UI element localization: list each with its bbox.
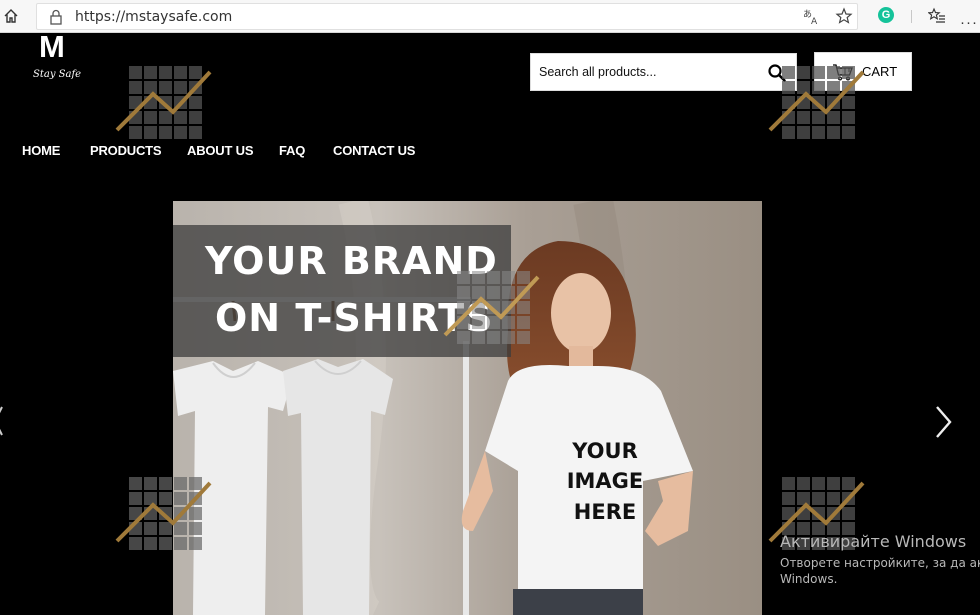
logo-letter: M: [39, 29, 65, 64]
chevron-right-icon[interactable]: [932, 404, 954, 440]
watermark-chart-icon: [115, 477, 212, 550]
windows-activation-text: Отворете настройките, за да акти Windows…: [780, 555, 980, 587]
windows-activation-line: Отворете настройките, за да акти: [780, 556, 980, 570]
watermark-chart-icon: [443, 271, 540, 344]
windows-activation-line: Windows.: [780, 572, 838, 586]
shirt-print: YOUR IMAGE HERE: [563, 436, 647, 527]
lock-icon: [50, 9, 62, 25]
shirt-print-line: HERE: [573, 499, 637, 524]
nav-item-home[interactable]: HOME: [22, 143, 60, 158]
favorites-icon[interactable]: [928, 7, 946, 25]
nav-item-about-us[interactable]: ABOUT US: [187, 143, 253, 158]
star-icon[interactable]: [835, 7, 853, 25]
translate-icon[interactable]: あ A: [803, 8, 820, 25]
nav-item-contact-us[interactable]: CONTACT US: [333, 143, 415, 158]
page: https://mstaysafe.com あ A G ··· M Stay S…: [0, 0, 980, 615]
site-logo[interactable]: M Stay Safe: [33, 29, 83, 85]
search-input[interactable]: [539, 54, 759, 90]
watermark-chart-icon: [115, 66, 212, 139]
toolbar-divider: [911, 10, 912, 23]
url-text[interactable]: https://mstaysafe.com: [75, 9, 232, 25]
nav-item-products[interactable]: PRODUCTS: [90, 143, 162, 158]
nav-item-faq[interactable]: FAQ: [279, 143, 305, 158]
hero-slide[interactable]: YOUR BRAND ON T-SHIRTS YOUR IMAGE HERE: [173, 201, 762, 615]
search-box: [530, 53, 797, 91]
logo-tagline: Stay Safe: [33, 69, 82, 80]
address-bar[interactable]: https://mstaysafe.com あ A: [36, 3, 858, 30]
browser-toolbar: https://mstaysafe.com あ A G ···: [0, 0, 980, 33]
grammarly-icon[interactable]: G: [878, 7, 894, 23]
svg-text:A: A: [811, 17, 818, 25]
shirt-print-line: YOUR: [572, 439, 638, 463]
windows-activation-title: Активирайте Windows: [780, 532, 967, 551]
shirt-print-line: IMAGE: [566, 469, 644, 494]
more-options-icon[interactable]: ···: [960, 14, 978, 31]
watermark-chart-icon: [768, 66, 865, 139]
chevron-left-icon[interactable]: [0, 405, 4, 437]
home-icon[interactable]: [2, 7, 20, 25]
